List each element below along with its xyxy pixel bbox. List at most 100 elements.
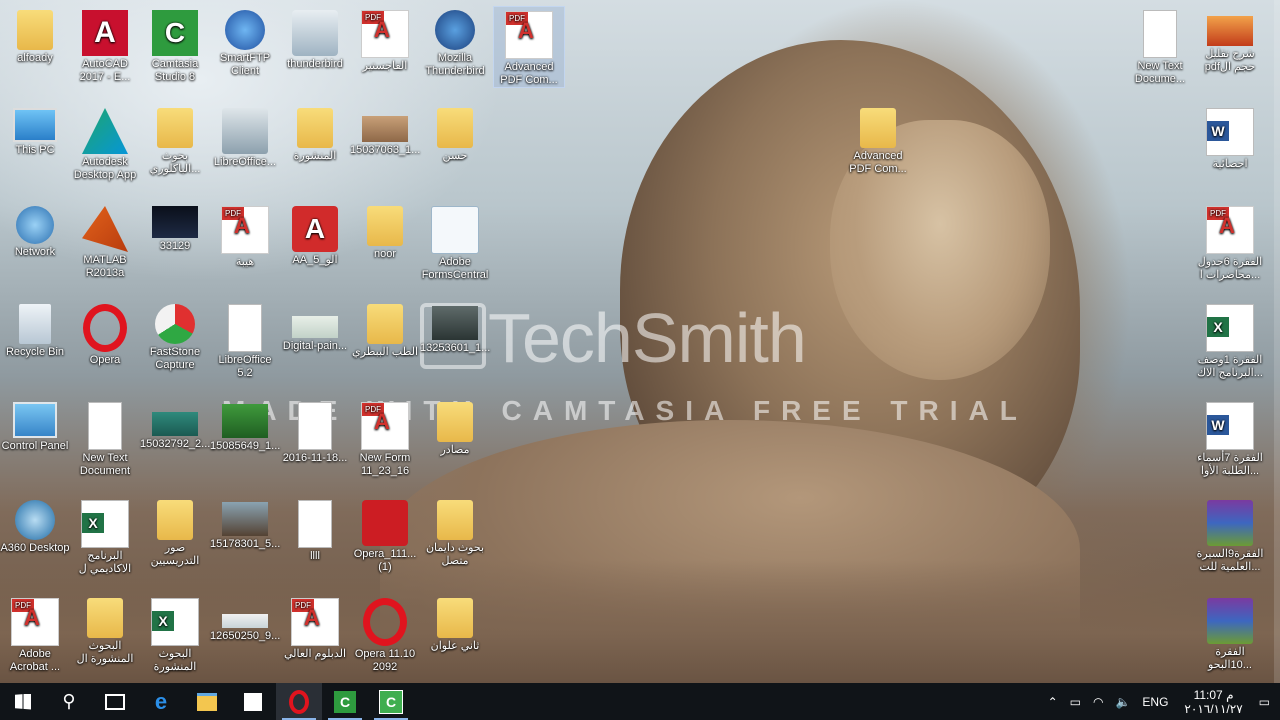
- desktop-icon-academic-program[interactable]: X البرنامج الاكاديمي ل: [70, 496, 140, 576]
- winrar-icon: [1207, 598, 1253, 644]
- task-view-button[interactable]: [92, 683, 138, 720]
- clock-date: ٢٠١٦/١١/٢٧: [1184, 701, 1243, 716]
- desktop-icon-libreoffice-installer[interactable]: LibreOffice...: [210, 104, 280, 169]
- desktop-icon-baccalaureate-research[interactable]: بحوث الباكلوري...: [140, 104, 210, 176]
- acrobat-icon: A: [11, 598, 59, 646]
- wifi-icon[interactable]: ◠: [1093, 695, 1103, 709]
- edge-button[interactable]: e: [138, 683, 184, 720]
- desktop-icon-image-13253601[interactable]: 13253601_1...: [420, 300, 490, 355]
- desktop-icon-published-folder[interactable]: المنشورة: [280, 104, 350, 163]
- word-icon: W: [1206, 108, 1254, 156]
- desktop-icon-paragraph-6[interactable]: A الفقرة 6جدول محاضرات ا...: [1195, 202, 1265, 282]
- desktop-icon-sources[interactable]: مصادر: [420, 398, 490, 457]
- camtasia-recorder-taskbar-button[interactable]: C: [368, 683, 414, 720]
- desktop-icon-research-folder[interactable]: بحوث دايمان متصل: [420, 496, 490, 568]
- desktop-icon-2016-11-18[interactable]: 2016-11-18...: [280, 398, 350, 465]
- desktop-icon-advanced-pdf-compressor[interactable]: A Advanced PDF Com...: [493, 6, 565, 88]
- desktop-icon-second-alwan[interactable]: ثاني علوان: [420, 594, 490, 653]
- desktop-icon-opera-11[interactable]: Opera 11.10 2092: [350, 594, 420, 674]
- desktop-icon-recycle-bin[interactable]: Recycle Bin: [0, 300, 70, 359]
- desktop-icon-autocad-file[interactable]: A AA_الو_5: [280, 202, 350, 267]
- desktop-icon-mozilla-thunderbird[interactable]: Mozilla Thunderbird: [420, 6, 490, 78]
- desktop-icon-published-research-folder[interactable]: البحوث المنشورة ال: [70, 594, 140, 666]
- desktop-icon-new-text-document-right[interactable]: New Text Docume...: [1125, 6, 1195, 86]
- opera-taskbar-button[interactable]: [276, 683, 322, 720]
- icon-label: Control Panel: [1, 440, 69, 452]
- desktop-icon-published-research[interactable]: X البحوث المنشورة: [140, 594, 210, 674]
- icon-label: بحوث الباكلوري...: [149, 150, 201, 175]
- battery-icon[interactable]: ▭: [1070, 695, 1081, 709]
- icon-label: Camtasia Studio 8: [151, 58, 199, 83]
- desktop-icon-image-15178301[interactable]: 15178301_5...: [210, 496, 280, 551]
- desktop-icon-image-15037063[interactable]: 15037063_1...: [350, 104, 420, 157]
- desktop-icon-autocad[interactable]: A AutoCAD 2017 - E...: [70, 6, 140, 84]
- icon-label: Advanced PDF Com...: [500, 61, 558, 86]
- pdf-icon: A: [361, 402, 409, 450]
- desktop-icon-video-33129[interactable]: 33129: [140, 202, 210, 253]
- desktop-icon-matlab[interactable]: MATLAB R2013a: [70, 202, 140, 280]
- pdf-folder-icon: [87, 598, 123, 638]
- volume-icon[interactable]: 🔈: [1115, 695, 1130, 709]
- desktop-icon-adobe-formscentral[interactable]: Adobe FormsCentral: [420, 202, 490, 282]
- desktop-icon-noor[interactable]: noor: [350, 202, 420, 261]
- desktop-icon-control-panel[interactable]: Control Panel: [0, 398, 70, 453]
- desktop-icon-faculty-photos[interactable]: صور التدريسيين: [140, 496, 210, 568]
- search-button[interactable]: ⚲: [46, 683, 92, 720]
- excel-icon: X: [1206, 304, 1254, 352]
- icon-label: 15032792_2...: [140, 438, 211, 450]
- desktop-icon-veterinary-medicine[interactable]: الطب الببطري: [350, 300, 420, 359]
- icon-label: Opera: [89, 354, 121, 366]
- recycle-bin-icon: [19, 304, 51, 344]
- clock[interactable]: 11:07 م ٢٠١٦/١١/٢٧: [1184, 688, 1242, 716]
- desktop-icon-masters-pdf[interactable]: A الفاجستير: [350, 6, 420, 73]
- notifications-icon[interactable]: ▭: [1259, 695, 1270, 709]
- desktop-icon-adobe-acrobat[interactable]: A Adobe Acrobat ...: [0, 594, 70, 674]
- chevron-up-icon[interactable]: ⌃: [1048, 695, 1058, 709]
- desktop-icon-digital-painting[interactable]: Digital-pain...: [280, 300, 350, 353]
- desktop-icon-new-form[interactable]: A New Form 11_23_16: [350, 398, 420, 478]
- icon-label: A360 Desktop: [0, 542, 70, 554]
- start-button[interactable]: [0, 683, 46, 720]
- desktop-icon-opera-installer[interactable]: Opera_111... (1): [350, 496, 420, 574]
- desktop-icon-advanced-pdf-folder[interactable]: Advanced PDF Com...: [843, 104, 913, 176]
- desktop-icon-thunderbird-installer[interactable]: thunderbird: [280, 6, 350, 71]
- desktop-icon-alfoady[interactable]: alfoady: [0, 6, 70, 65]
- installer-icon: [292, 10, 338, 56]
- document-icon: [298, 500, 332, 548]
- desktop-icon-pdf-size-tutorial[interactable]: شرح تقليل pdfحجم ال: [1195, 6, 1265, 74]
- desktop-icon-a360[interactable]: A360 Desktop: [0, 496, 70, 555]
- desktop-icon-hassan[interactable]: حسن: [420, 104, 490, 163]
- desktop-icon-hiba-pdf[interactable]: A هيبة: [210, 202, 280, 269]
- camtasia-taskbar-button[interactable]: C: [322, 683, 368, 720]
- desktop-icon-statistics[interactable]: W احصائية: [1195, 104, 1265, 171]
- desktop-icon-opera[interactable]: Opera: [70, 300, 140, 367]
- desktop-icon-paragraph-10[interactable]: الفقرة 10البحو...: [1195, 594, 1265, 672]
- desktop-icon-llll[interactable]: llll: [280, 496, 350, 563]
- desktop-icon-image-15032792[interactable]: 15032792_2...: [140, 398, 210, 451]
- folder-icon: [297, 108, 333, 148]
- desktop-icon-libreoffice[interactable]: LibreOffice 5.2: [210, 300, 280, 380]
- desktop-icon-network[interactable]: Network: [0, 202, 70, 259]
- language-indicator[interactable]: ENG: [1142, 695, 1168, 709]
- desktop-icon-this-pc[interactable]: This PC: [0, 104, 70, 157]
- folder-icon: [367, 206, 403, 246]
- desktop-icon-autodesk-app[interactable]: Autodesk Desktop App: [70, 104, 140, 182]
- icon-label: حسن: [442, 150, 468, 162]
- icon-label: الفاجستير: [362, 60, 408, 72]
- desktop-icon-faststone[interactable]: FastStone Capture: [140, 300, 210, 372]
- desktop-icon-camtasia[interactable]: C Camtasia Studio 8: [140, 6, 210, 84]
- store-button[interactable]: [230, 683, 276, 720]
- icon-label: Adobe FormsCentral: [421, 256, 489, 281]
- desktop-icon-image-15085649[interactable]: 15085649_1...: [210, 398, 280, 453]
- desktop-icon-paragraph-1[interactable]: X الفقرة 1وصف البرنامج الاك...: [1195, 300, 1265, 380]
- desktop-icon-paragraph-7[interactable]: W الفقرة 7أسماء الطلبة الأوا...: [1195, 398, 1265, 478]
- icon-label: FastStone Capture: [149, 346, 201, 371]
- desktop-icon-paragraph-9[interactable]: الفقرة9السيرة العلمية للت...: [1195, 496, 1265, 574]
- icon-label: LibreOffice 5.2: [218, 354, 272, 379]
- desktop-icon-new-text-document[interactable]: New Text Document: [70, 398, 140, 478]
- icon-label: Recycle Bin: [5, 346, 65, 358]
- desktop-icon-image-12650250[interactable]: 12650250_9...: [210, 594, 280, 643]
- desktop-icon-higher-diploma[interactable]: A الدبلوم العالي: [280, 594, 350, 661]
- file-explorer-button[interactable]: [184, 683, 230, 720]
- desktop-icon-smartftp[interactable]: SmartFTP Client: [210, 6, 280, 78]
